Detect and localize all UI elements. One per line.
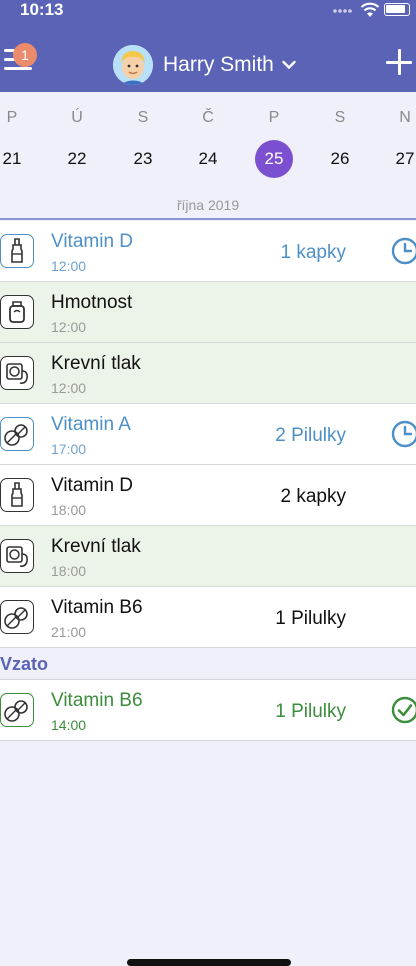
user-switcher[interactable]: Harry Smith <box>113 45 296 85</box>
home-indicator[interactable] <box>127 959 291 966</box>
list-item[interactable]: Vitamin A 17:00 2 Pilulky <box>0 404 416 465</box>
entry-amount: 1 Pilulky <box>275 608 346 629</box>
list-item[interactable]: Hmotnost 12:00 <box>0 282 416 343</box>
entry-time: 14:00 <box>51 717 87 733</box>
check-circle-icon <box>391 696 416 724</box>
blood-pressure-icon <box>0 356 34 390</box>
list-item[interactable]: Vitamin B6 14:00 1 Pilulky <box>0 680 416 741</box>
selected-day: 25 <box>255 140 293 178</box>
entry-title: Vitamin D <box>51 475 134 496</box>
entry-amount: 1 kapky <box>280 242 346 263</box>
clock-icon <box>391 420 416 448</box>
signal-icon <box>333 9 352 13</box>
entry-title: Krevní tlak <box>51 536 141 557</box>
weight-icon <box>0 295 34 329</box>
entry-time: 12:00 <box>51 258 87 274</box>
section-header-taken: Vzato <box>0 648 416 680</box>
user-name: Harry Smith <box>163 53 274 76</box>
list-item[interactable]: Krevní tlak 18:00 <box>0 526 416 587</box>
entry-time: 21:00 <box>51 624 87 640</box>
week-calendar: P 21 Ú 22 S 23 Č 24 P 25 S 26 N 27 října… <box>0 92 416 220</box>
entry-time: 17:00 <box>51 441 87 457</box>
blood-pressure-icon <box>0 539 34 573</box>
month-label: října 2019 <box>176 197 240 213</box>
entry-time: 12:00 <box>51 319 87 335</box>
entry-amount: 2 kapky <box>280 486 346 507</box>
status-bar: 10:13 <box>0 0 416 24</box>
entry-time: 18:00 <box>51 563 87 579</box>
schedule-list: Vitamin D 12:00 1 kapky Hmotnost 12:00 K… <box>0 221 416 741</box>
entry-time: 12:00 <box>51 380 87 396</box>
list-item[interactable]: Krevní tlak 12:00 <box>0 343 416 404</box>
entry-title: Vitamin D <box>51 231 134 252</box>
entry-title: Hmotnost <box>51 292 133 313</box>
wifi-icon <box>360 2 380 17</box>
status-time: 10:13 <box>20 0 64 19</box>
top-nav-bar: 1 Harry Smith <box>0 24 416 92</box>
notification-badge: 1 <box>13 43 37 67</box>
pills-icon <box>0 693 34 727</box>
entry-title: Vitamin A <box>51 414 131 435</box>
list-item[interactable]: Vitamin D 18:00 2 kapky <box>0 465 416 526</box>
entry-title: Vitamin B6 <box>51 690 143 711</box>
chevron-down-icon <box>282 60 296 70</box>
list-item[interactable]: Vitamin B6 21:00 1 Pilulky <box>0 587 416 648</box>
entry-title: Vitamin B6 <box>51 597 143 618</box>
avatar <box>113 45 153 85</box>
entry-amount: 2 Pilulky <box>275 425 346 446</box>
clock-icon <box>391 237 416 265</box>
list-item[interactable]: Vitamin D 12:00 1 kapky <box>0 221 416 282</box>
avatar-face-icon <box>113 45 153 85</box>
pills-icon <box>0 417 34 451</box>
add-entry-button[interactable] <box>386 49 412 75</box>
pills-icon <box>0 600 34 634</box>
entry-amount: 1 Pilulky <box>275 701 346 722</box>
dropper-bottle-icon <box>0 478 34 512</box>
dropper-bottle-icon <box>0 234 34 268</box>
battery-icon <box>384 3 410 16</box>
entry-time: 18:00 <box>51 502 87 518</box>
section-title: Vzato <box>0 654 49 674</box>
entry-title: Krevní tlak <box>51 353 141 374</box>
